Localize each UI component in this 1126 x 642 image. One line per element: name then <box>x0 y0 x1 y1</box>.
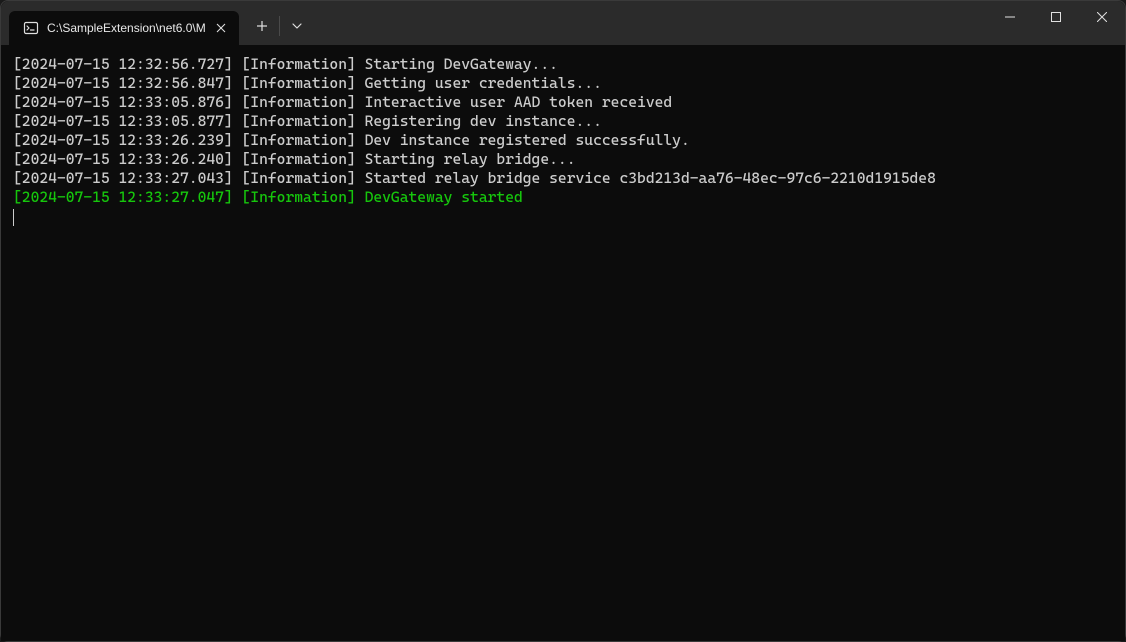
new-tab-button[interactable] <box>245 9 279 43</box>
terminal-body[interactable]: [2024-07-15 12:32:56.727] [Information] … <box>1 45 1125 641</box>
log-line: [2024-07-15 12:32:56.727] [Information] … <box>13 55 1113 74</box>
cursor <box>13 209 14 226</box>
terminal-icon <box>23 20 39 36</box>
log-line: [2024-07-15 12:33:27.047] [Information] … <box>13 188 1113 207</box>
log-line: [2024-07-15 12:32:56.847] [Information] … <box>13 74 1113 93</box>
tab-title: C:\SampleExtension\net6.0\M <box>47 21 205 35</box>
log-line: [2024-07-15 12:33:27.043] [Information] … <box>13 169 1113 188</box>
tabs-area: C:\SampleExtension\net6.0\M <box>1 1 314 45</box>
close-window-button[interactable] <box>1079 1 1125 33</box>
log-line: [2024-07-15 12:33:05.876] [Information] … <box>13 93 1113 112</box>
titlebar: C:\SampleExtension\net6.0\M <box>1 1 1125 45</box>
log-line: [2024-07-15 12:33:05.877] [Information] … <box>13 112 1113 131</box>
tab-actions <box>245 1 314 45</box>
minimize-button[interactable] <box>987 1 1033 33</box>
dropdown-button[interactable] <box>280 9 314 43</box>
log-line: [2024-07-15 12:33:26.240] [Information] … <box>13 150 1113 169</box>
log-output: [2024-07-15 12:32:56.727] [Information] … <box>13 55 1113 207</box>
terminal-tab[interactable]: C:\SampleExtension\net6.0\M <box>9 11 239 45</box>
log-line: [2024-07-15 12:33:26.239] [Information] … <box>13 131 1113 150</box>
close-tab-icon[interactable] <box>213 20 229 36</box>
maximize-button[interactable] <box>1033 1 1079 33</box>
window-controls <box>987 1 1125 45</box>
